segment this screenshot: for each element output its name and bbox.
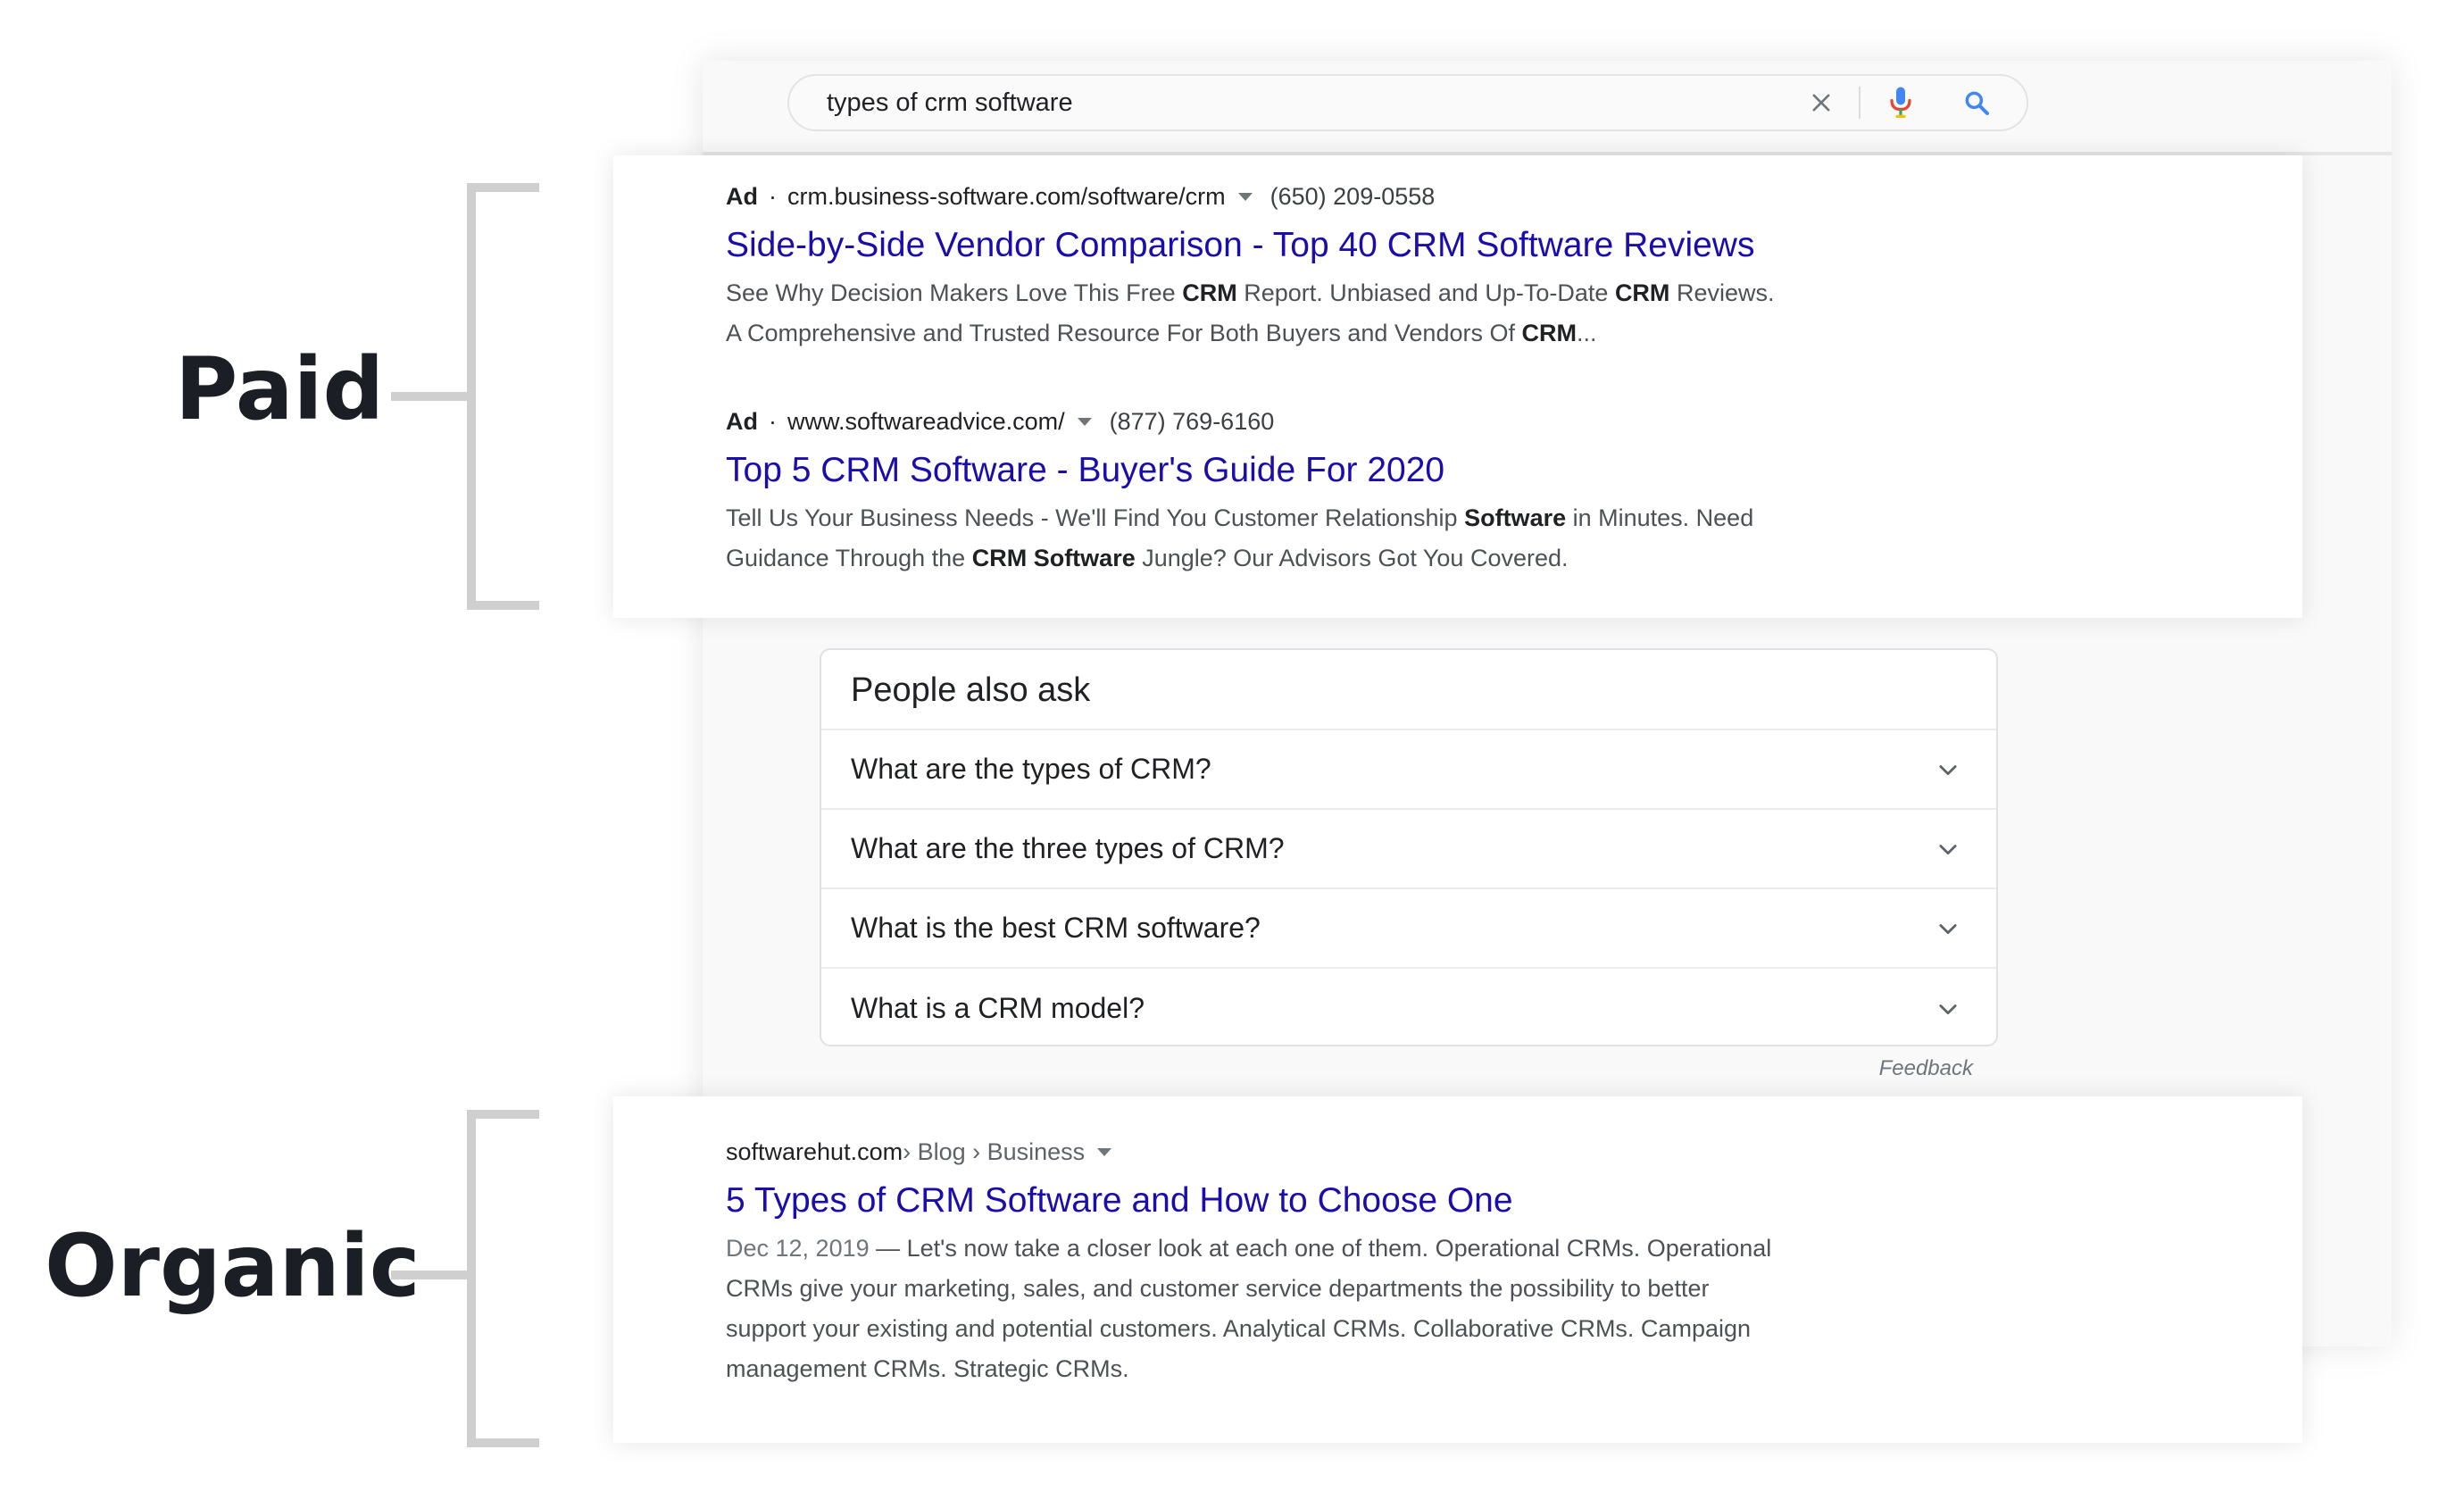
organic-label: Organic	[45, 1216, 420, 1316]
paid-label: Paid	[175, 339, 385, 439]
paid-bracket	[391, 183, 539, 610]
